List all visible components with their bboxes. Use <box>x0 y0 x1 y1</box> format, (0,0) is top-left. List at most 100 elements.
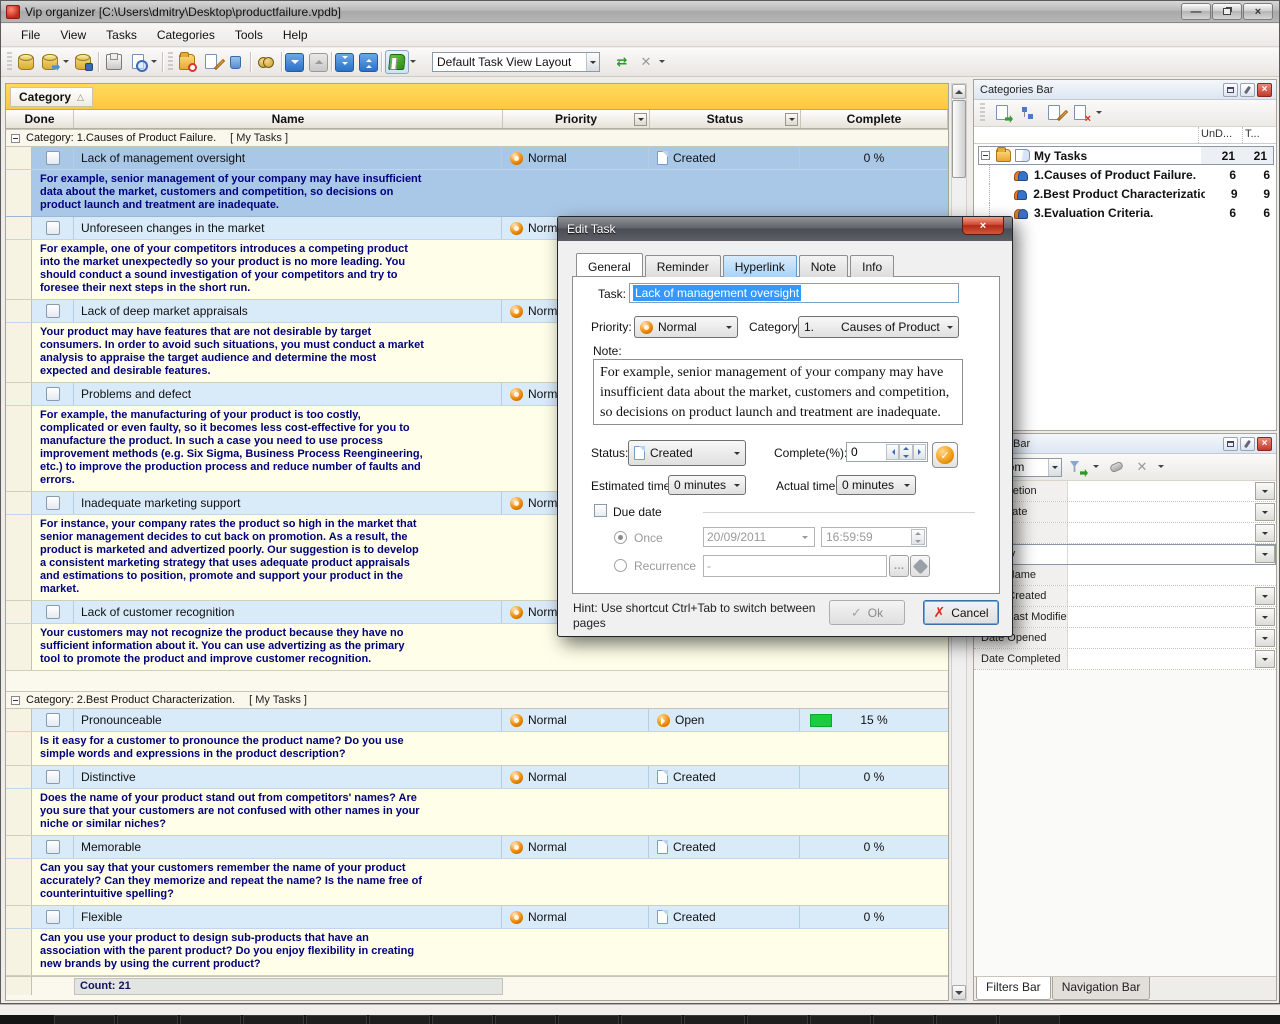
task-done-checkbox[interactable] <box>46 221 60 235</box>
restore-button[interactable] <box>1212 3 1242 20</box>
close-button[interactable]: × <box>1243 3 1273 20</box>
collapse-icon[interactable] <box>981 151 990 160</box>
tree-item-category[interactable]: 3.Evaluation Criteria. 6 6 <box>978 203 1276 222</box>
open-database-dropdown[interactable] <box>63 60 69 66</box>
task-done-checkbox[interactable] <box>46 151 60 165</box>
filters-toolbar-dropdown[interactable] <box>1158 465 1164 471</box>
estimated-time-combo[interactable]: 0 minutes <box>668 475 746 495</box>
collapse-icon[interactable] <box>11 134 20 143</box>
task-row[interactable]: Distinctive Normal Created 0 % <box>6 766 948 789</box>
new-category-button[interactable] <box>991 102 1013 124</box>
apply-filter-button[interactable] <box>1066 456 1088 478</box>
filter-row-selected[interactable]: Priority <box>974 544 1276 565</box>
menu-tasks[interactable]: Tasks <box>96 24 147 46</box>
task-input[interactable]: Lack of management oversight <box>629 283 959 303</box>
recurrence-field[interactable]: - <box>703 555 887 577</box>
spin-left-button[interactable] <box>886 444 899 460</box>
column-header-done[interactable]: Done <box>6 110 74 128</box>
open-database-button[interactable] <box>38 50 62 74</box>
priority-filter-button[interactable] <box>634 113 647 126</box>
status-filter-button[interactable] <box>785 113 798 126</box>
print-button[interactable] <box>102 50 126 74</box>
task-row[interactable]: Lack of management oversight Normal Crea… <box>6 147 948 170</box>
filter-row[interactable]: Completion <box>974 481 1276 502</box>
panel-pin-button[interactable] <box>1240 83 1255 97</box>
status-combo[interactable]: Created <box>628 440 746 466</box>
tree-item-category[interactable]: 1.Causes of Product Failure. 6 6 <box>978 165 1276 184</box>
task-note-row[interactable]: Can you use your product to design sub-p… <box>6 929 948 976</box>
layout-combo-dropdown[interactable] <box>586 53 599 71</box>
save-database-button[interactable] <box>71 50 95 74</box>
edit-category-button[interactable] <box>1043 102 1065 124</box>
task-note-row[interactable]: For example, senior management of your c… <box>6 170 948 217</box>
column-header-priority[interactable]: Priority <box>503 110 650 128</box>
tab-filters-bar[interactable]: Filters Bar <box>976 977 1051 1000</box>
filter-dropdown-button[interactable] <box>1255 629 1275 647</box>
filter-row[interactable]: Status <box>974 523 1276 544</box>
tab-info[interactable]: Info <box>850 255 894 277</box>
dialog-titlebar[interactable]: Edit Task <box>558 217 1012 241</box>
filter-dropdown-button[interactable] <box>1255 545 1275 563</box>
task-done-checkbox[interactable] <box>46 387 60 401</box>
apply-filter-dropdown[interactable] <box>1093 465 1099 471</box>
filter-preset-dropdown[interactable] <box>1048 459 1061 476</box>
toolbar-overflow[interactable] <box>659 60 665 66</box>
column-header-complete[interactable]: Complete <box>801 110 948 128</box>
tab-reminder[interactable]: Reminder <box>645 255 721 277</box>
tab-general[interactable]: General <box>576 253 643 276</box>
scroll-up-button[interactable] <box>952 84 966 99</box>
delete-category-button[interactable]: × <box>1069 102 1091 124</box>
task-row[interactable]: Pronounceable Normal Open 15 % <box>6 709 948 732</box>
filter-dropdown-button[interactable] <box>1255 608 1275 626</box>
panel-pin-button[interactable] <box>1240 437 1255 451</box>
complete-spinner[interactable]: 0 <box>846 442 928 462</box>
panel-close-button[interactable]: × <box>1257 437 1272 451</box>
move-down-button[interactable] <box>285 53 304 72</box>
task-done-checkbox[interactable] <box>46 304 60 318</box>
column-header-status[interactable]: Status <box>650 110 801 128</box>
filter-dropdown-button[interactable] <box>1255 650 1275 668</box>
minimize-button[interactable]: — <box>1181 3 1211 20</box>
task-row[interactable]: Flexible Normal Created 0 % <box>6 906 948 929</box>
menu-help[interactable]: Help <box>273 24 318 46</box>
delete-layout-button[interactable]: ✕ <box>634 50 658 74</box>
actual-time-combo[interactable]: 0 minutes <box>836 475 916 495</box>
categories-toolbar-dropdown[interactable] <box>1096 111 1102 117</box>
filter-row[interactable]: Date Created <box>974 586 1276 607</box>
panel-close-button[interactable]: × <box>1257 83 1272 97</box>
menu-file[interactable]: File <box>11 24 50 46</box>
tab-note[interactable]: Note <box>799 255 848 277</box>
due-date-checkbox[interactable] <box>594 504 607 517</box>
move-bottom-button[interactable] <box>335 53 354 72</box>
task-done-checkbox[interactable] <box>46 840 60 854</box>
clear-filter-button[interactable] <box>1105 456 1127 478</box>
collapse-icon[interactable] <box>11 696 20 705</box>
note-textarea[interactable]: For example, senior management of your c… <box>593 359 963 425</box>
task-note-row[interactable]: Can you say that your customers remember… <box>6 859 948 906</box>
show-notes-button[interactable] <box>385 50 409 74</box>
tree-root-my-tasks[interactable]: My Tasks 21 21 <box>978 146 1274 165</box>
complete-toggle-button[interactable]: ✓ <box>932 442 958 468</box>
filter-row[interactable]: Date Last Modified <box>974 607 1276 628</box>
once-time-spinner[interactable]: 16:59:59 <box>821 527 927 547</box>
move-top-button[interactable] <box>359 53 378 72</box>
tab-navigation-bar[interactable]: Navigation Bar <box>1052 977 1151 1000</box>
show-notes-dropdown[interactable] <box>410 60 416 66</box>
delete-task-button[interactable] <box>223 50 247 74</box>
task-done-checkbox[interactable] <box>46 770 60 784</box>
filter-dropdown-button[interactable] <box>1255 503 1275 521</box>
filter-row[interactable]: Date Completed <box>974 649 1276 670</box>
panel-restore-button[interactable] <box>1223 437 1238 451</box>
apply-layout-button[interactable]: ⇄ <box>610 50 634 74</box>
scroll-down-button[interactable] <box>952 985 966 1000</box>
spin-right-button[interactable] <box>913 444 926 460</box>
menu-view[interactable]: View <box>50 24 96 46</box>
once-date-combo[interactable]: 20/09/2011 <box>703 527 815 547</box>
recurrence-ellipsis-button[interactable]: … <box>889 555 909 577</box>
filter-dropdown-button[interactable] <box>1255 587 1275 605</box>
cancel-button[interactable]: ✗ Cancel <box>923 600 999 625</box>
group-by-category-box[interactable]: Category △ <box>10 87 93 107</box>
windows-taskbar[interactable] <box>0 1015 1280 1024</box>
move-up-button[interactable] <box>309 53 328 72</box>
once-radio[interactable] <box>614 531 627 544</box>
